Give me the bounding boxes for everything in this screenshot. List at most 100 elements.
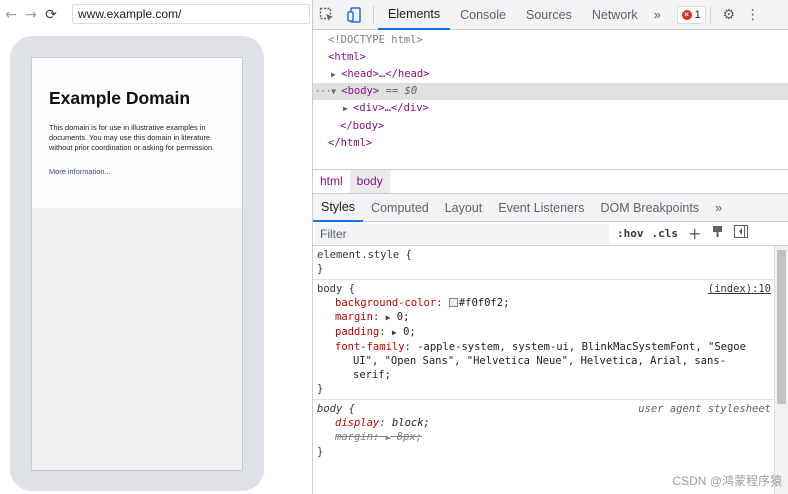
- prop-value: -apple-system, system-ui, BlinkMacSystem…: [417, 341, 746, 353]
- dom-node-body[interactable]: ···▼ <body> == $0: [313, 83, 788, 100]
- tab-layout[interactable]: Layout: [437, 194, 491, 222]
- style-source-link[interactable]: (index):10: [708, 282, 771, 296]
- app-window: ← → ⟳ www.example.com/ Example Domain Th…: [0, 0, 788, 494]
- error-count-badge[interactable]: × 1: [676, 5, 706, 24]
- styles-filter-input[interactable]: [315, 223, 609, 244]
- prop-padding[interactable]: padding: ▶ 0;: [317, 325, 771, 340]
- dom-node-doctype[interactable]: <!DOCTYPE html>: [313, 32, 788, 49]
- more-subtabs-icon[interactable]: »: [707, 194, 730, 222]
- head-tag: <head>…</head>: [341, 68, 430, 80]
- prop-name: background-color: [335, 297, 437, 309]
- dom-node-html[interactable]: <html>: [313, 49, 788, 66]
- more-information-link[interactable]: More information...: [49, 167, 111, 176]
- styles-filter-bar: :hov .cls +: [313, 222, 788, 246]
- expand-triangle-icon[interactable]: ▶: [343, 100, 353, 117]
- kebab-menu-icon[interactable]: ⋮: [743, 0, 763, 30]
- prop-value: 0;: [396, 311, 410, 323]
- device-screen: Example Domain This domain is for use in…: [31, 57, 243, 471]
- ua-stylesheet-label: user agent stylesheet: [638, 403, 771, 415]
- toolbar-divider-2: [709, 5, 711, 24]
- styles-subtabs: Styles Computed Layout Event Listeners D…: [313, 194, 788, 222]
- prop-font-family-cont: serif;: [317, 368, 771, 382]
- tab-event-listeners[interactable]: Event Listeners: [490, 194, 592, 222]
- prop-margin[interactable]: margin: ▶ 0;: [317, 310, 771, 325]
- prop-value: UI", "Open Sans", "Helvetica Neue", Helv…: [353, 355, 726, 367]
- tab-dom-breakpoints[interactable]: DOM Breakpoints: [592, 194, 707, 222]
- style-rule-body: body { (index):10 background-color: #f0f…: [313, 280, 775, 400]
- back-icon[interactable]: ←: [4, 8, 18, 22]
- tab-styles[interactable]: Styles: [313, 194, 364, 222]
- html-open-tag: <html>: [328, 51, 366, 63]
- node-menu-dots-icon[interactable]: ···: [315, 87, 331, 97]
- prop-value: #f0f0f2;: [458, 297, 510, 309]
- rule-close-brace: }: [317, 446, 324, 458]
- collapse-triangle-icon[interactable]: ▼: [331, 83, 341, 100]
- reload-icon[interactable]: ⟳: [44, 8, 58, 22]
- tab-sources[interactable]: Sources: [516, 0, 582, 30]
- devtools-toolbar: Elements Console Sources Network » × 1 ⚙…: [313, 0, 788, 30]
- toggle-sidebar-icon[interactable]: [734, 225, 749, 242]
- prop-name: margin: [335, 431, 373, 443]
- content-card: Example Domain This domain is for use in…: [32, 58, 242, 208]
- dom-node-head[interactable]: ▶ <head>…</head>: [313, 66, 788, 83]
- more-tabs-icon[interactable]: »: [648, 0, 667, 30]
- prop-value: block;: [391, 417, 430, 429]
- styles-pane: element.style { } body { (index):10 back…: [313, 246, 775, 494]
- forward-icon[interactable]: →: [24, 8, 38, 22]
- rule-close-brace: }: [317, 383, 324, 395]
- hov-toggle[interactable]: :hov: [617, 227, 644, 240]
- prop-margin-overridden[interactable]: margin: ▶ 8px;: [317, 430, 771, 445]
- dom-node-body-close[interactable]: </body>: [313, 118, 788, 135]
- devtools-panel: Elements Console Sources Network » × 1 ⚙…: [312, 0, 788, 494]
- dom-tree: <!DOCTYPE html> <html> ▶ <head>…</head> ·…: [313, 31, 788, 169]
- selected-node-marker: == $0: [385, 85, 418, 97]
- prop-display[interactable]: display: block;: [317, 416, 771, 430]
- prop-name: margin: [335, 311, 373, 323]
- color-swatch-icon[interactable]: [448, 298, 458, 307]
- page-body-text: This domain is for use in illustrative e…: [49, 123, 215, 153]
- dom-node-div[interactable]: ▶ <div>…</div>: [313, 100, 788, 117]
- tab-elements[interactable]: Elements: [378, 0, 451, 30]
- tab-network[interactable]: Network: [582, 0, 648, 30]
- error-icon: ×: [681, 9, 692, 20]
- url-input[interactable]: www.example.com/: [72, 4, 310, 24]
- prop-name: padding: [335, 326, 380, 338]
- scrollbar-thumb[interactable]: [777, 250, 786, 404]
- prop-font-family[interactable]: font-family: -apple-system, system-ui, B…: [317, 340, 771, 354]
- new-style-rule-icon[interactable]: +: [688, 224, 701, 243]
- device-toolbar-icon[interactable]: [341, 0, 369, 30]
- style-rule-element: element.style { }: [313, 246, 775, 280]
- styles-scrollbar[interactable]: [774, 246, 788, 494]
- tab-computed[interactable]: Computed: [363, 194, 437, 222]
- gear-icon[interactable]: ⚙: [715, 0, 743, 30]
- html-close-tag: </html>: [328, 137, 373, 149]
- prop-name: font-family: [335, 341, 405, 353]
- expand-triangle-icon: ▶: [385, 433, 391, 442]
- expand-triangle-icon[interactable]: ▶: [386, 313, 391, 322]
- expand-triangle-icon[interactable]: ▶: [392, 328, 397, 337]
- dom-node-html-close[interactable]: </html>: [313, 135, 788, 152]
- device-frame: Example Domain This domain is for use in…: [10, 36, 264, 491]
- breadcrumb: html body: [313, 169, 788, 194]
- tab-console[interactable]: Console: [450, 0, 516, 30]
- prop-name: display: [335, 417, 380, 429]
- cls-toggle[interactable]: .cls: [652, 227, 679, 240]
- expand-triangle-icon[interactable]: ▶: [331, 66, 341, 83]
- breadcrumb-html[interactable]: html: [313, 170, 350, 193]
- inspect-element-icon[interactable]: [313, 0, 341, 30]
- toolbar-divider: [373, 5, 374, 24]
- paint-bucket-icon[interactable]: [711, 225, 724, 242]
- prop-font-family-cont: UI", "Open Sans", "Helvetica Neue", Helv…: [317, 354, 771, 368]
- page-title: Example Domain: [49, 88, 191, 108]
- style-rule-user-agent: body { user agent stylesheet display: bl…: [313, 400, 775, 462]
- div-tag: <div>…</div>: [353, 102, 429, 114]
- prop-value: serif;: [353, 369, 391, 381]
- body-selector[interactable]: body {: [317, 282, 771, 296]
- doctype-text: <!DOCTYPE html>: [328, 34, 423, 46]
- body-close-tag: </body>: [340, 120, 385, 132]
- breadcrumb-body[interactable]: body: [349, 170, 390, 193]
- prop-background-color[interactable]: background-color: #f0f0f2;: [317, 296, 771, 310]
- prop-value: 8px;: [396, 431, 423, 443]
- watermark: CSDN @鸿蒙程序猿: [672, 474, 782, 488]
- element-style-selector[interactable]: element.style {: [317, 248, 771, 262]
